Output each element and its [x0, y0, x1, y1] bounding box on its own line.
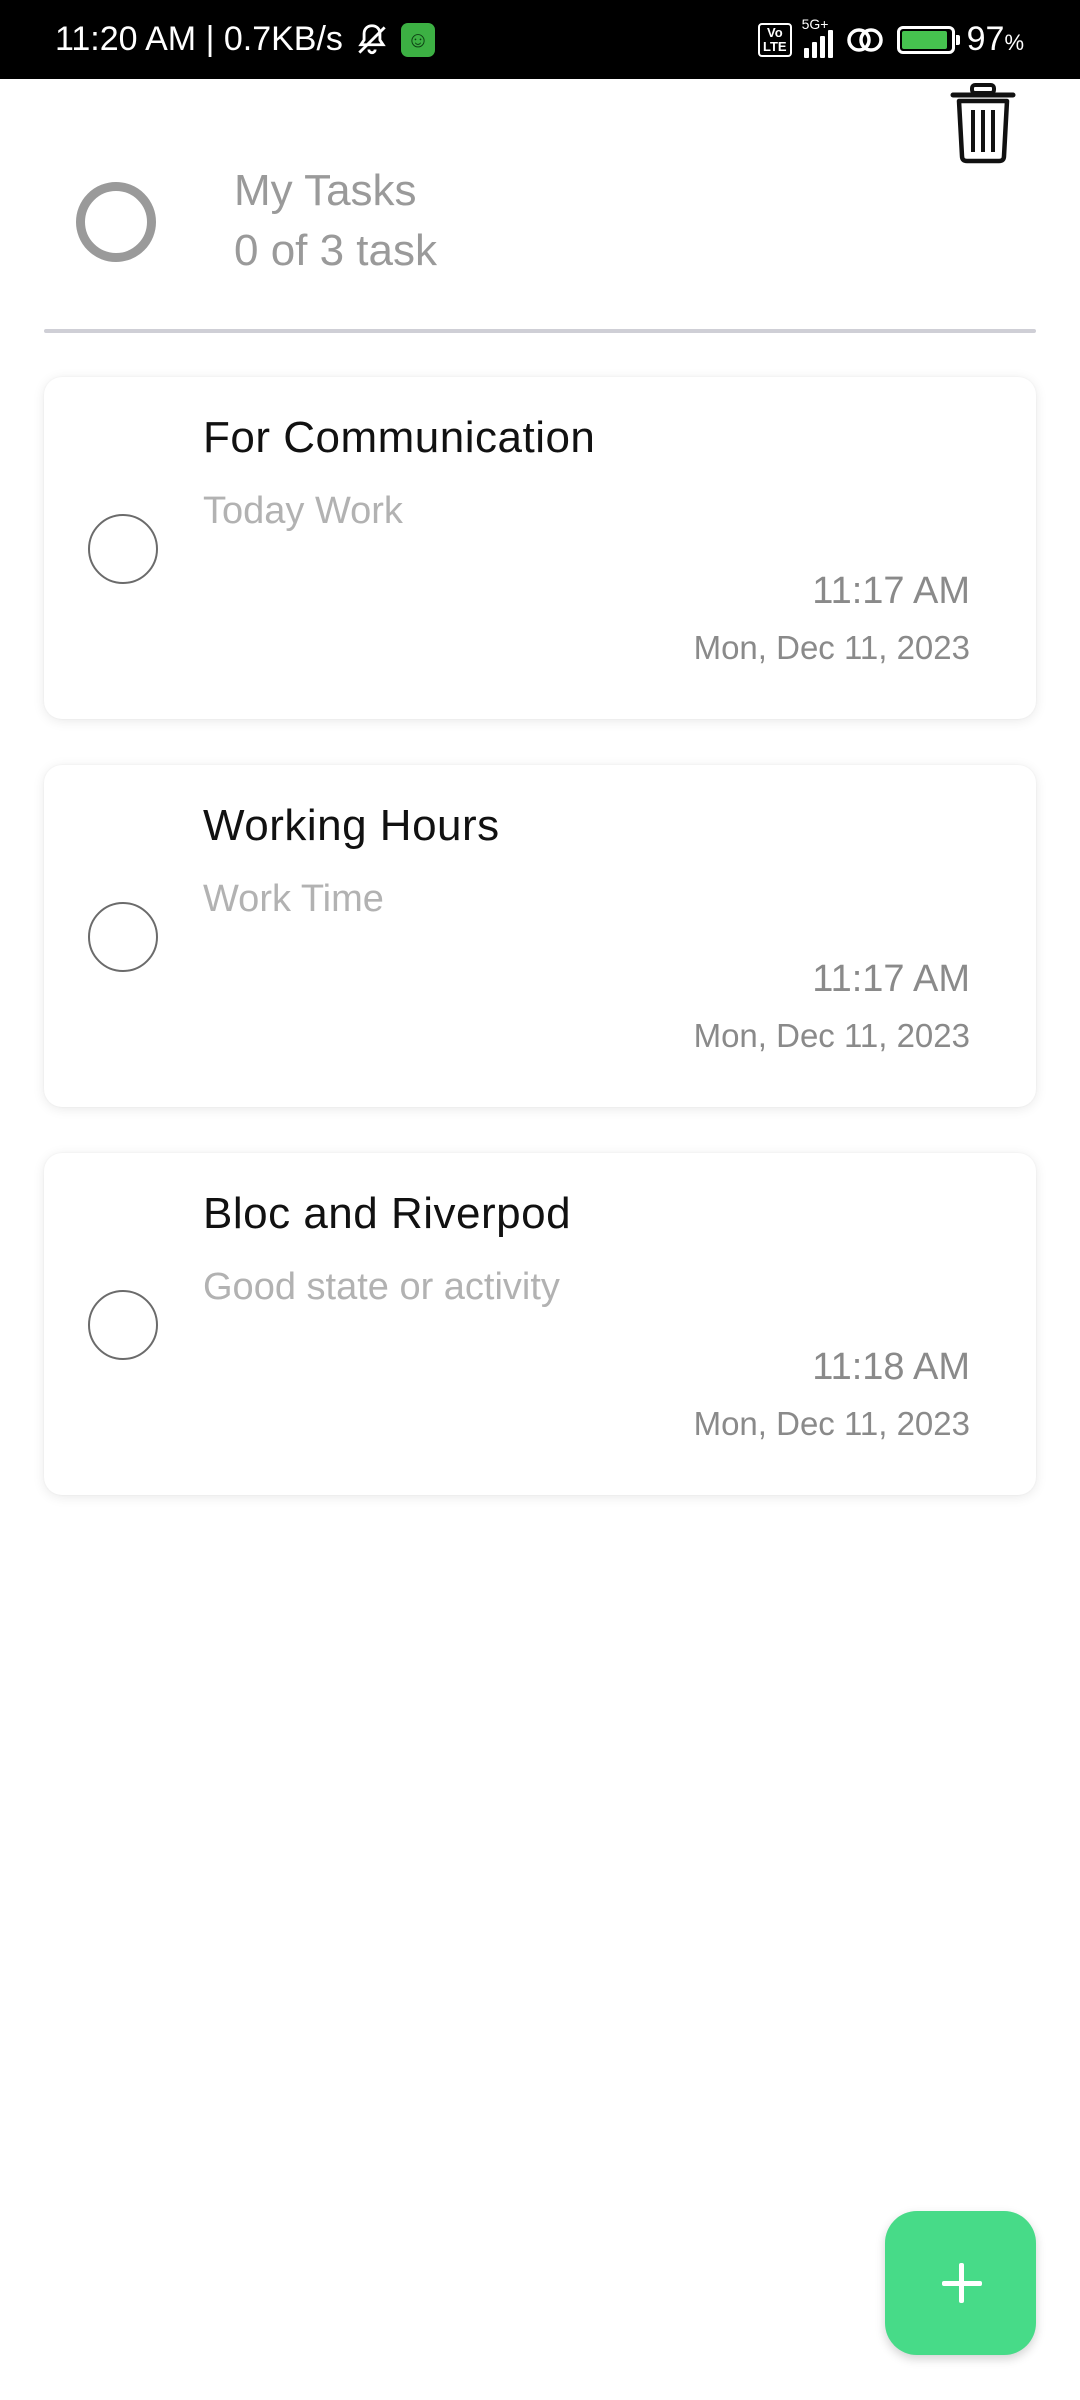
task-count: 0 of 3 task	[234, 226, 438, 275]
battery-percent: 97%	[967, 20, 1024, 59]
battery-percent-sign: %	[1004, 30, 1024, 55]
add-task-button[interactable]	[885, 2211, 1036, 2355]
progress-ring	[76, 182, 156, 262]
task-time: 11:18 AM	[812, 1346, 970, 1388]
task-checkbox[interactable]	[88, 902, 158, 972]
page-title: My Tasks	[234, 166, 417, 215]
task-time: 11:17 AM	[812, 570, 970, 612]
task-title: Bloc and Riverpod	[203, 1189, 572, 1238]
plus-icon-vertical	[959, 2263, 964, 2303]
volte-icon: Vo LTE	[758, 22, 792, 57]
volte-bottom-label: LTE	[763, 38, 787, 54]
task-date: Mon, Dec 11, 2023	[693, 629, 970, 666]
signal-icon: 5G+	[802, 16, 833, 58]
task-time: 11:17 AM	[812, 958, 970, 1000]
task-date: Mon, Dec 11, 2023	[693, 1017, 970, 1054]
task-title: Working Hours	[203, 801, 500, 850]
task-card[interactable]: For Communication Today Work 11:17 AM Mo…	[44, 377, 1036, 719]
status-bar-left: 11:20 AM | 0.7KB/s ☺	[55, 0, 435, 79]
signal-bar	[819, 35, 825, 58]
task-title: For Communication	[203, 413, 596, 462]
signal-bar	[803, 47, 809, 58]
status-bar-right: Vo LTE 5G+ 97%	[758, 0, 1024, 79]
trash-icon	[950, 83, 1016, 164]
divider	[44, 329, 1036, 333]
status-bar: 11:20 AM | 0.7KB/s ☺ Vo LTE 5G+ 97%	[0, 0, 1080, 79]
task-card[interactable]: Bloc and Riverpod Good state or activity…	[44, 1153, 1036, 1495]
task-date: Mon, Dec 11, 2023	[693, 1405, 970, 1442]
android-app-icon: ☺	[400, 22, 435, 57]
signal-bar	[811, 41, 817, 58]
network-type-label: 5G+	[801, 15, 829, 32]
task-list: For Communication Today Work 11:17 AM Mo…	[44, 377, 1036, 1541]
task-card[interactable]: Working Hours Work Time 11:17 AM Mon, De…	[44, 765, 1036, 1107]
mute-bell-icon	[358, 23, 386, 54]
task-description: Work Time	[203, 878, 384, 920]
delete-all-button[interactable]	[948, 82, 1018, 164]
battery-fill	[901, 30, 947, 49]
task-checkbox[interactable]	[88, 514, 158, 584]
hotspot-link-icon	[846, 27, 883, 52]
task-checkbox[interactable]	[88, 1290, 158, 1360]
battery-charging-icon	[896, 25, 960, 54]
task-description: Today Work	[203, 490, 403, 532]
status-time-speed: 11:20 AM | 0.7KB/s	[55, 20, 343, 58]
task-description: Good state or activity	[203, 1266, 560, 1308]
battery-percent-value: 97	[966, 20, 1005, 58]
volte-top-label: Vo	[766, 24, 783, 40]
signal-bar	[827, 29, 833, 58]
